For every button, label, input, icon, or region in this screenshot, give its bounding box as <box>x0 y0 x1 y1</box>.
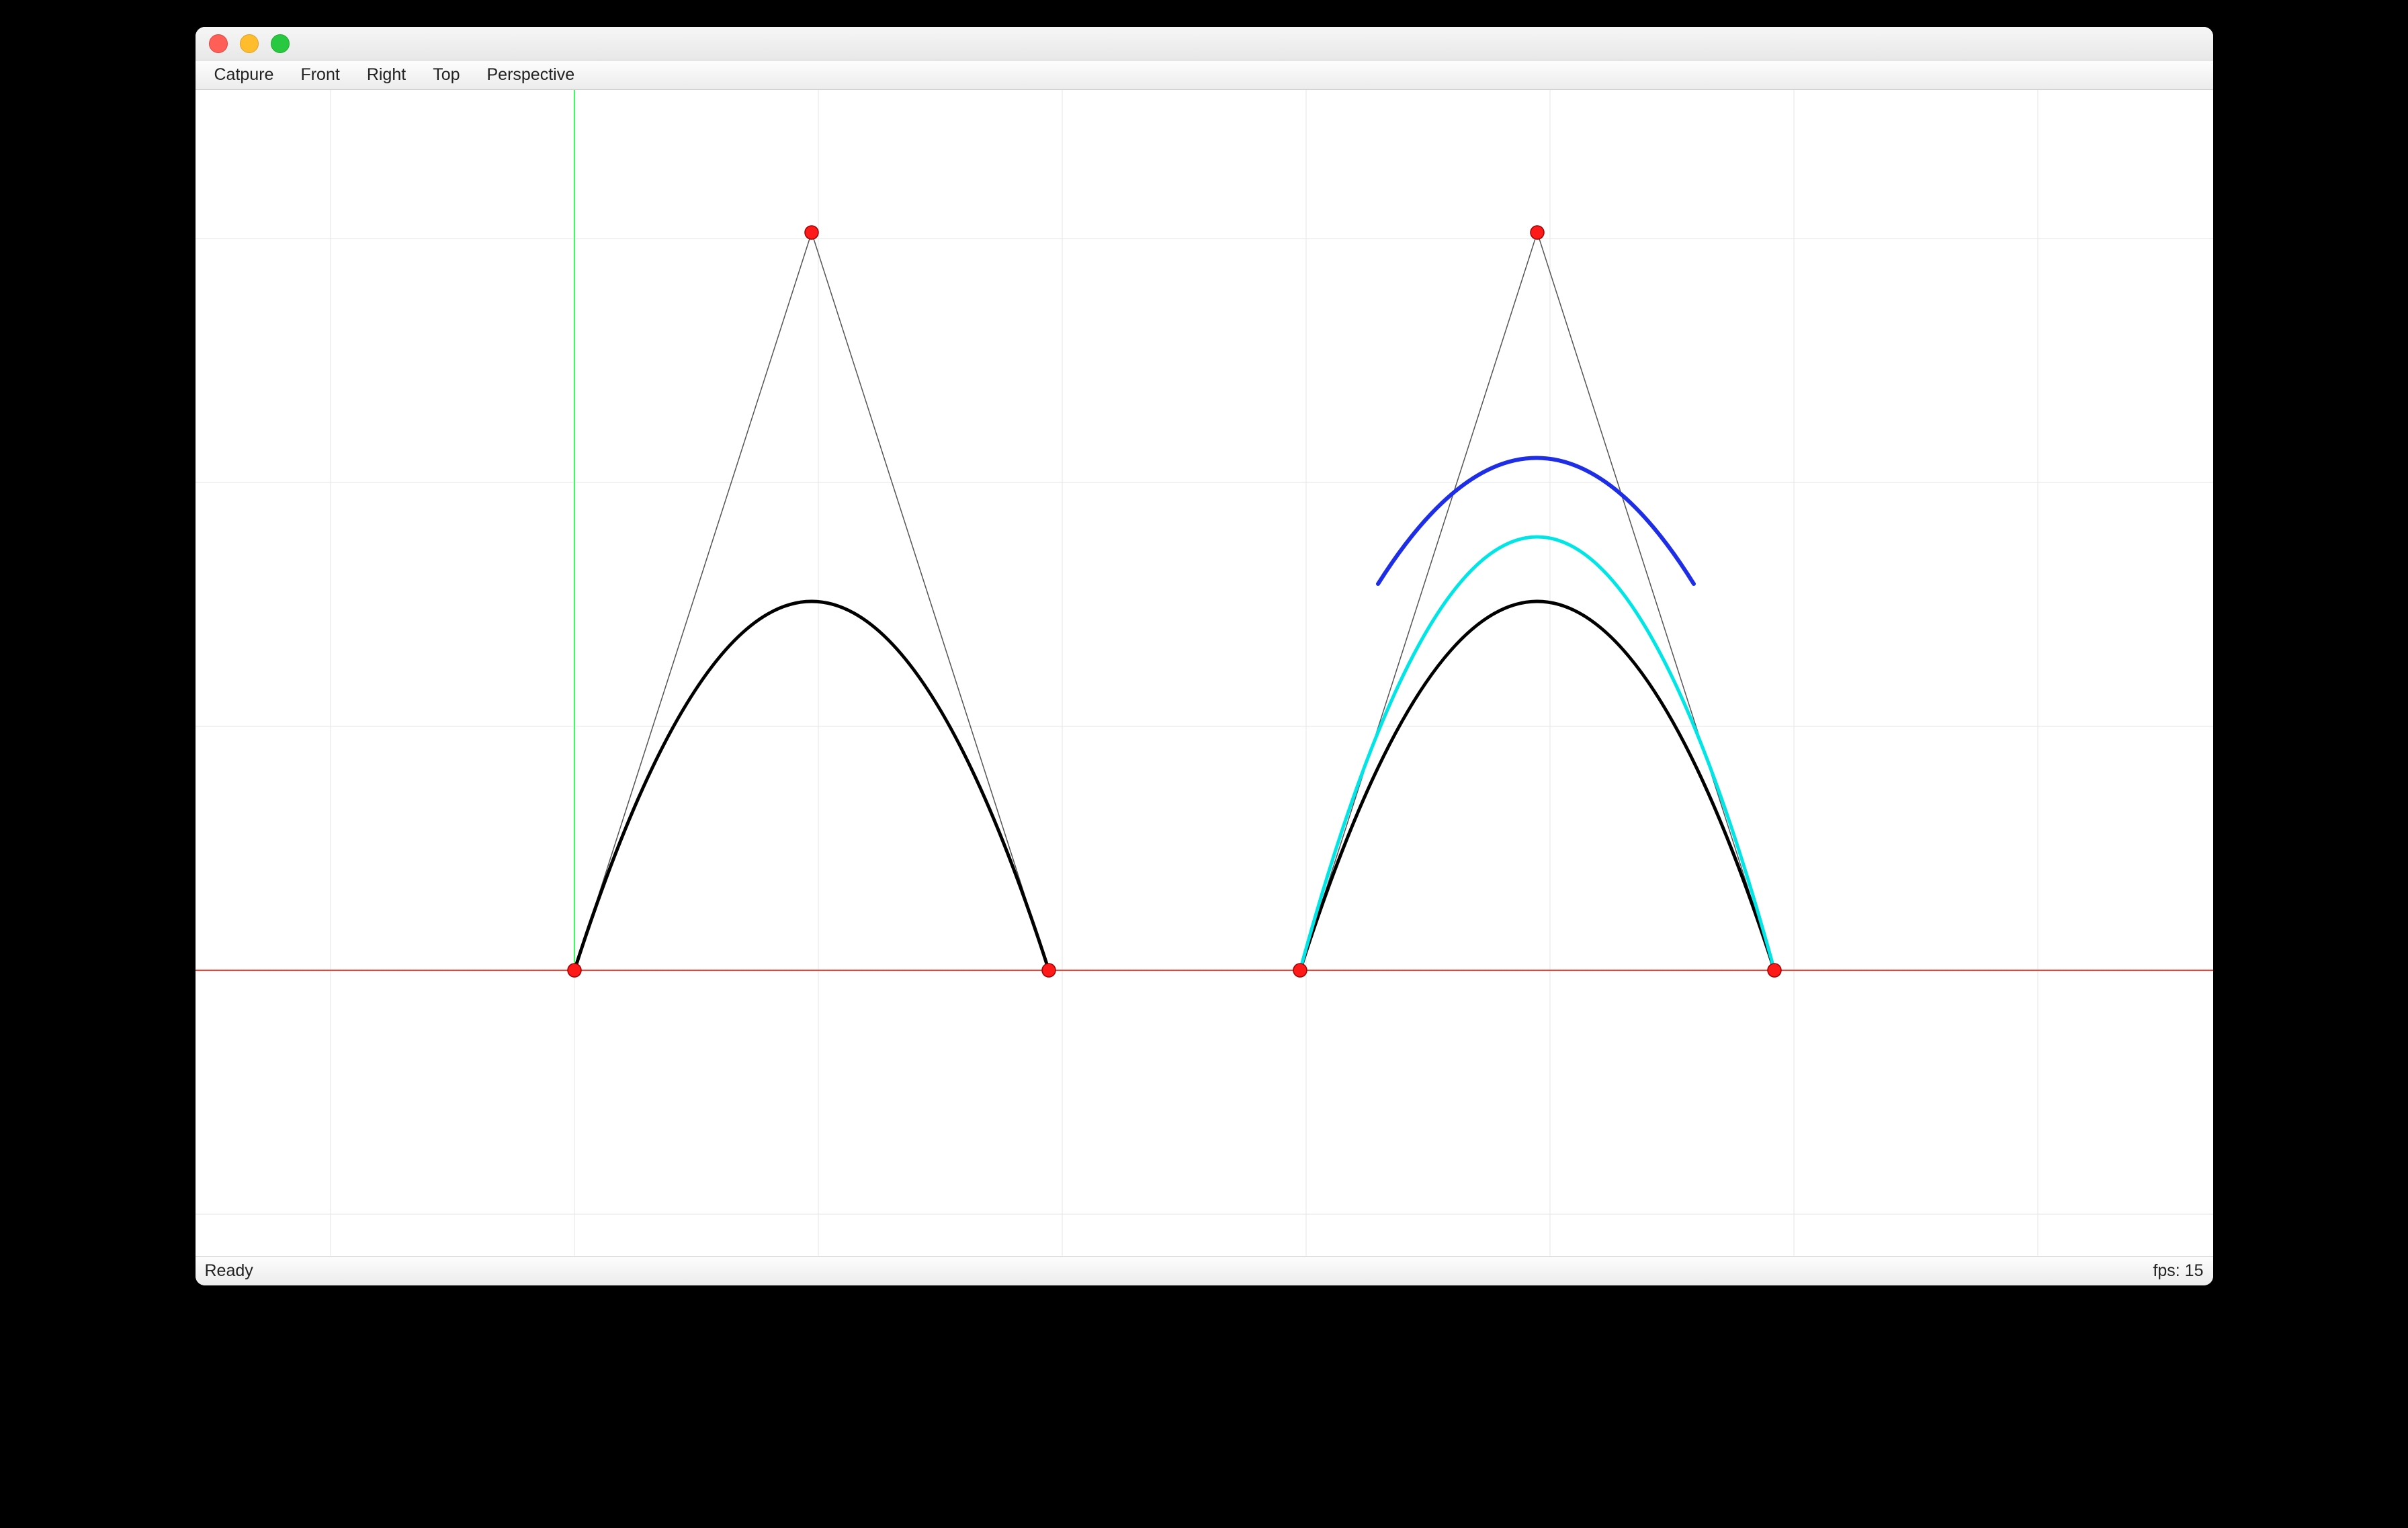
control-point-right-0[interactable] <box>1293 964 1307 977</box>
menu-top[interactable]: Top <box>419 60 473 90</box>
status-right: fps: 15 <box>2153 1261 2203 1281</box>
menu-front[interactable]: Front <box>287 60 353 90</box>
viewport[interactable] <box>196 90 2213 1256</box>
app-window: Catpure Front Right Top Perspective Read… <box>196 27 2213 1285</box>
curve-right_black <box>1300 601 1774 970</box>
status-bar: Ready fps: 15 <box>196 1256 2213 1285</box>
minimize-icon[interactable] <box>240 34 259 53</box>
menu-capture[interactable]: Catpure <box>201 60 288 90</box>
curve-right_blue <box>1378 458 1694 585</box>
scene-svg[interactable] <box>196 90 2213 1256</box>
menu-perspective[interactable]: Perspective <box>474 60 589 90</box>
menu-right[interactable]: Right <box>353 60 419 90</box>
status-left: Ready <box>205 1261 253 1281</box>
control-point-left-apex[interactable] <box>805 226 818 239</box>
menu-bar: Catpure Front Right Top Perspective <box>196 60 2213 90</box>
curve-left_black <box>574 601 1049 970</box>
control-point-right-apex[interactable] <box>1531 226 1544 239</box>
zoom-icon[interactable] <box>271 34 290 53</box>
control-point-right-1[interactable] <box>1768 964 1781 977</box>
close-icon[interactable] <box>209 34 228 53</box>
control-point-left-0[interactable] <box>568 964 581 977</box>
titlebar[interactable] <box>196 27 2213 60</box>
control-point-left-1[interactable] <box>1042 964 1056 977</box>
